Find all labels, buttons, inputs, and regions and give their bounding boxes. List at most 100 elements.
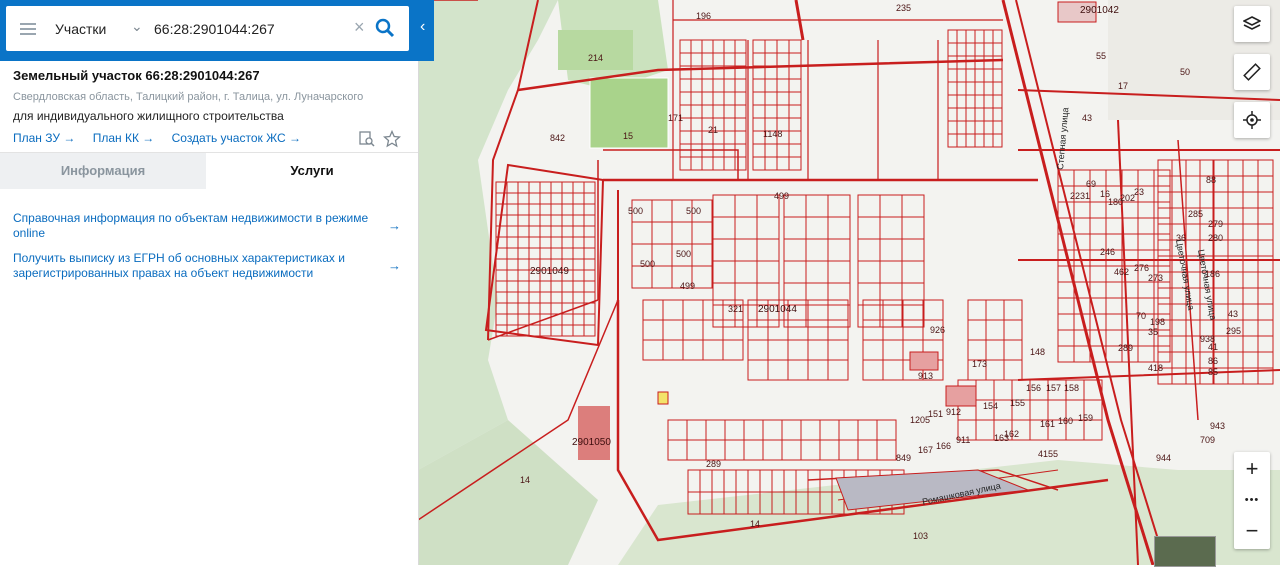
chevron-left-icon: ‹: [420, 18, 426, 35]
parcel-number-label: 235: [896, 3, 911, 13]
parcel-number-label: 499: [680, 281, 695, 291]
tab-information[interactable]: Информация: [0, 153, 206, 189]
parcel-number-label: 161: [1040, 419, 1055, 429]
parcel-address: Свердловская область, Талицкий район, г.…: [13, 91, 364, 103]
chevron-down-icon[interactable]: ⌄: [131, 18, 143, 35]
basemap-thumbnail[interactable]: [1154, 536, 1216, 567]
parcel-number-label: 155: [1010, 398, 1025, 408]
parcel-number-label: 85: [1208, 367, 1218, 377]
parcel-number-label: 938: [1200, 334, 1215, 344]
parcel-number-label: 499: [774, 191, 789, 201]
parcel-number-label: 4155: [1038, 449, 1058, 459]
parcel-number-label: 196: [696, 11, 711, 21]
parcel-number-label: 148: [1030, 347, 1045, 357]
parcel-number-label: 17: [1118, 81, 1128, 91]
search-bar: Участки ⌄ 66:28:2901044:267 ×: [0, 0, 418, 61]
building: [578, 406, 610, 460]
parcel-number-label: 911: [956, 435, 970, 445]
building: [909, 351, 939, 371]
map-canvas[interactable]: 196 235 2901042 55 17 50 214 171 842 15 21 1148 43 49…: [418, 0, 1280, 565]
parcel-number-label: 500: [628, 206, 643, 216]
parcel-number-label: 500: [676, 249, 691, 259]
ruler-button[interactable]: [1234, 54, 1270, 90]
parcel-number-label: 2901049: [530, 266, 569, 277]
locate-icon: [1243, 111, 1261, 129]
parcel-number-label: 321: [728, 304, 743, 314]
selected-parcel[interactable]: [657, 391, 669, 405]
cadastral-map[interactable]: 196 235 2901042 55 17 50 214 171 842 15 21 1148 43 49…: [418, 0, 1280, 565]
parcel-number-label: 14: [520, 475, 530, 485]
parcel-number-label: 43: [1082, 113, 1092, 123]
ruler-icon: [1243, 63, 1261, 81]
parcel-number-label: 2901044: [758, 304, 797, 315]
parcel-number-label: 69: [1086, 179, 1096, 189]
parcel-links: План ЗУ → План КК → Создать участок ЖС →: [13, 131, 315, 145]
parcel-number-label: 198: [1150, 317, 1165, 327]
parcel-number-label: 103: [913, 531, 928, 541]
parcel-number-label: 246: [1100, 247, 1115, 257]
parcel-number-label: 55: [1096, 51, 1106, 61]
parcel-number-label: 285: [1188, 209, 1203, 219]
layers-button[interactable]: [1234, 6, 1270, 42]
zoom-in-button[interactable]: +: [1234, 454, 1270, 484]
locate-button[interactable]: [1234, 102, 1270, 138]
plan-kk-link[interactable]: План КК →: [93, 131, 155, 145]
parcel-number-label: 944: [1156, 453, 1171, 463]
parcel-number-label: 289: [1118, 343, 1133, 353]
parcel-number-label: 160: [1058, 416, 1073, 426]
parcel-number-label: 926: [930, 325, 945, 335]
zoom-controls: + ••• −: [1234, 452, 1270, 549]
parcel-number-label: 86: [1208, 356, 1218, 366]
create-parcel-link[interactable]: Создать участок ЖС →: [172, 131, 301, 145]
search-document-icon[interactable]: [358, 130, 376, 148]
parcel-number-label: 2901050: [572, 437, 611, 448]
star-icon[interactable]: [383, 130, 401, 148]
parcel-number-label: 173: [972, 359, 987, 369]
parcel-number-label: 50: [1180, 67, 1190, 77]
parcel-number-label: 14: [750, 519, 760, 529]
clear-icon[interactable]: ×: [354, 17, 365, 38]
parcel-number-label: 167: [918, 445, 933, 455]
parcel-number-label: 273: [1148, 273, 1163, 283]
menu-icon[interactable]: [20, 20, 36, 36]
parcel-number-label: 276: [1134, 263, 1149, 273]
parcel-number-label: 166: [936, 441, 951, 451]
parcel-number-label: 2901042: [1080, 5, 1119, 16]
service-link-egrn-extract[interactable]: Получить выписку из ЕГРН об основных хар…: [13, 251, 381, 281]
parcel-title: Земельный участок 66:28:2901044:267: [13, 68, 260, 83]
layers-icon: [1243, 16, 1261, 30]
parcel-number-label: 280: [1208, 233, 1223, 243]
service-link-reference[interactable]: Справочная информация по объектам недвиж…: [13, 211, 381, 241]
plan-zu-link[interactable]: План ЗУ →: [13, 131, 75, 145]
parcel-number-label: 462: [1114, 267, 1129, 277]
parcel-number-label: 23: [1134, 187, 1144, 197]
parcel-number-label: 295: [1226, 326, 1241, 336]
search-box[interactable]: Участки ⌄ 66:28:2901044:267 ×: [6, 6, 409, 51]
search-input[interactable]: 66:28:2901044:267: [154, 21, 275, 37]
search-icon[interactable]: [375, 18, 395, 43]
parcel-number-label: 159: [1078, 413, 1093, 423]
tab-services[interactable]: Услуги: [206, 153, 418, 189]
zoom-out-button[interactable]: −: [1234, 516, 1270, 546]
parcel-number-label: 418: [1148, 363, 1163, 373]
parcel-number-label: 2231: [1070, 191, 1090, 201]
parcel-number-label: 158: [1064, 383, 1079, 393]
parcel-number-label: 913: [918, 371, 933, 381]
arrow-right-icon[interactable]: →: [388, 218, 401, 233]
parcel-number-label: 842: [550, 133, 565, 143]
parcel-number-label: 151: [928, 409, 943, 419]
parcel-number-label: 162: [1004, 429, 1019, 439]
parcel-number-label: 43: [1228, 309, 1238, 319]
zoom-more-button[interactable]: •••: [1234, 485, 1270, 515]
parcel-number-label: 289: [706, 459, 721, 469]
building: [945, 385, 977, 407]
parcel-number-label: 500: [640, 259, 655, 269]
search-type-select[interactable]: Участки: [55, 21, 106, 37]
parcel-number-label: 21: [708, 125, 718, 135]
collapse-panel-button[interactable]: ‹: [418, 0, 434, 61]
parcel-number-label: 35: [1148, 327, 1158, 337]
parcel-number-label: 943: [1210, 421, 1225, 431]
parcel-number-label: 849: [896, 453, 911, 463]
arrow-right-icon[interactable]: →: [388, 258, 401, 273]
parcel-number-label: 70: [1136, 311, 1146, 321]
